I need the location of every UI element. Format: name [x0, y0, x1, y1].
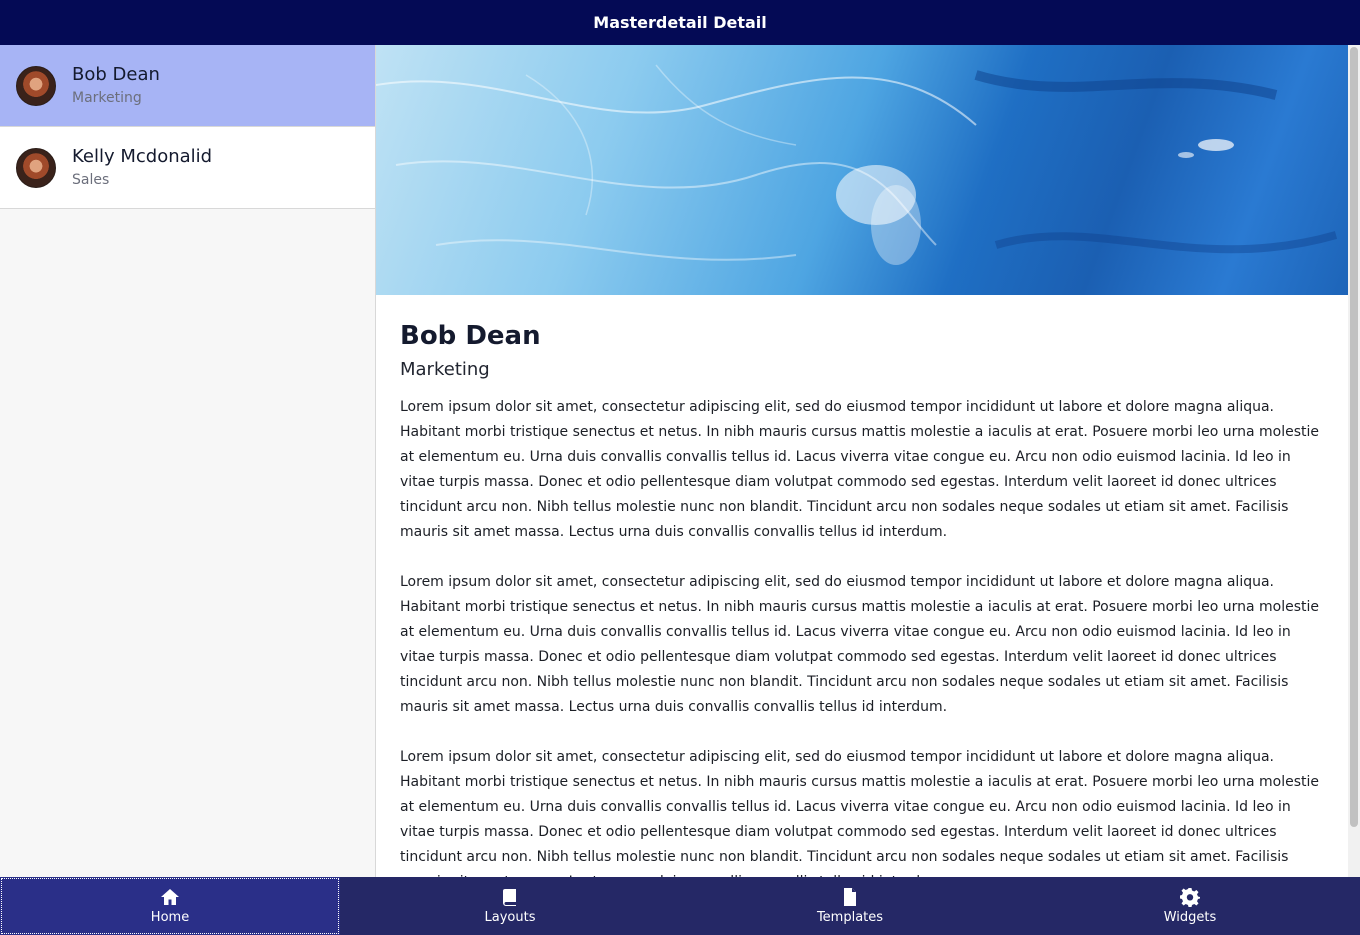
- gear-icon: [1180, 888, 1200, 907]
- tab-label: Widgets: [1163, 910, 1217, 925]
- tab-layouts[interactable]: Layouts: [340, 877, 680, 935]
- master-list: Bob Dean Marketing Kelly Mcdonalid Sales: [0, 45, 376, 877]
- detail-name: Bob Dean: [400, 321, 541, 351]
- book-icon: [503, 889, 516, 906]
- list-item-name: Bob Dean: [72, 63, 160, 85]
- tab-templates[interactable]: Templates: [680, 877, 1020, 935]
- tab-label: Layouts: [484, 910, 536, 925]
- tab-widgets[interactable]: Widgets: [1020, 877, 1360, 935]
- avatar: [16, 147, 56, 188]
- hero-image: [376, 45, 1348, 295]
- tab-home[interactable]: Home: [0, 877, 340, 935]
- bottom-nav: Home Layouts Templates Widgets: [0, 877, 1360, 935]
- list-item-department: Sales: [72, 171, 110, 188]
- detail-pane: Bob Dean Marketing Lorem ipsum dolor sit…: [376, 45, 1348, 877]
- detail-paragraph: Lorem ipsum dolor sit amet, consectetur …: [400, 399, 1320, 540]
- scrollbar-thumb[interactable]: [1350, 47, 1358, 827]
- detail-paragraph: Lorem ipsum dolor sit amet, consectetur …: [400, 749, 1320, 877]
- document-icon: [844, 888, 856, 906]
- detail-paragraph: Lorem ipsum dolor sit amet, consectetur …: [400, 574, 1320, 715]
- detail-scrollbar[interactable]: [1348, 45, 1360, 877]
- app-header: Masterdetail Detail: [0, 0, 1360, 45]
- tab-label: Home: [150, 910, 190, 925]
- tab-label: Templates: [816, 910, 884, 925]
- list-item-department: Marketing: [72, 89, 142, 106]
- page-title: Masterdetail Detail: [593, 13, 767, 32]
- list-item-name: Kelly Mcdonalid: [72, 145, 213, 167]
- avatar: [16, 65, 56, 106]
- list-item-kelly-mcdonalid[interactable]: Kelly Mcdonalid Sales: [0, 127, 375, 209]
- list-item-bob-dean[interactable]: Bob Dean Marketing: [0, 45, 375, 127]
- detail-department: Marketing: [400, 359, 490, 380]
- home-icon: [161, 889, 179, 905]
